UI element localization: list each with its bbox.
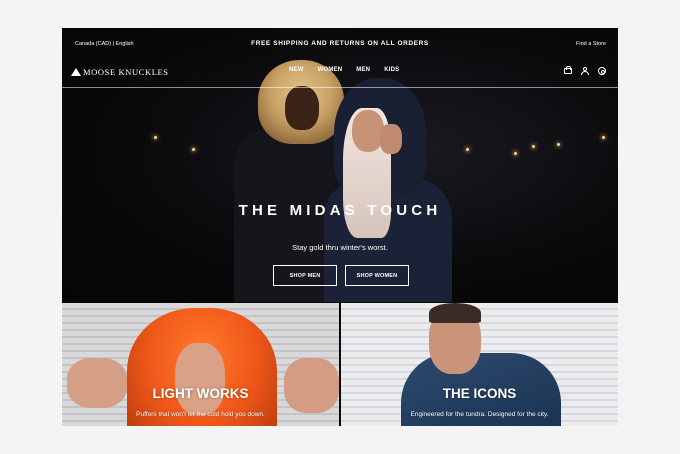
find-store-link[interactable]: Find a Store [576, 41, 606, 47]
moose-logo-icon [71, 68, 81, 76]
hero-banner[interactable]: Canada (CAD) | English FREE SHIPPING AND… [62, 28, 618, 302]
site-frame: Canada (CAD) | English FREE SHIPPING AND… [62, 28, 618, 426]
model-man-face [285, 86, 319, 130]
primary-nav: NEW WOMEN MEN KIDS [289, 67, 399, 73]
bokeh-light [602, 136, 605, 139]
hero-title: THE MIDAS TOUCH [238, 202, 442, 219]
user-icon[interactable] [581, 67, 589, 75]
promo-tile-the-icons[interactable]: THE ICONS Engineered for the tundra. Des… [341, 303, 618, 426]
tile-title: LIGHT WORKS [152, 386, 249, 401]
tile-title: THE ICONS [442, 386, 517, 401]
shop-men-button[interactable]: SHOP MEN [273, 265, 337, 286]
nav-item-kids[interactable]: KIDS [384, 67, 399, 73]
search-icon[interactable] [598, 67, 606, 75]
nav-item-new[interactable]: NEW [289, 67, 304, 73]
model-woman-hand [380, 124, 402, 154]
nav-item-women[interactable]: WOMEN [318, 67, 343, 73]
tile-subtitle: Engineered for the tundra. Designed for … [410, 411, 549, 418]
nav-item-men[interactable]: MEN [356, 67, 370, 73]
bokeh-light [466, 148, 469, 151]
brand-logo-text: MOOSE KNUCKLES [83, 67, 169, 77]
brand-logo[interactable]: MOOSE KNUCKLES [71, 64, 169, 80]
model-hair [429, 303, 481, 323]
hero-cta-group: SHOP MEN SHOP WOMEN [273, 265, 409, 286]
promo-banner-text: FREE SHIPPING AND RETURNS ON ALL ORDERS [251, 40, 429, 47]
model-woman-face [352, 110, 384, 152]
promo-tile-light-works[interactable]: LIGHT WORKS Puffers that won't let the c… [62, 303, 339, 426]
header-actions [564, 66, 606, 75]
shop-women-button[interactable]: SHOP WOMEN [345, 265, 409, 286]
bokeh-light [532, 145, 535, 148]
model-face [175, 343, 225, 415]
bag-icon[interactable] [564, 66, 572, 74]
announcement-bar: Canada (CAD) | English FREE SHIPPING AND… [62, 28, 618, 62]
bokeh-light [154, 136, 157, 139]
bokeh-light [514, 152, 517, 155]
hero-subtitle: Stay gold thru winter's worst. [292, 243, 388, 252]
tile-subtitle: Puffers that won't let the cold hold you… [136, 411, 265, 418]
bokeh-light [557, 143, 560, 146]
main-header: MOOSE KNUCKLES NEW WOMEN MEN KIDS [62, 58, 618, 88]
bokeh-light [192, 148, 195, 151]
